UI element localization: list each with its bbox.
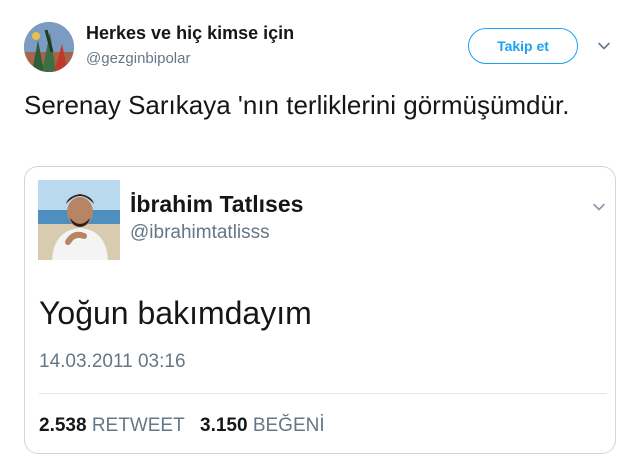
tweet-text: Serenay Sarıkaya 'nın terliklerini görmü… (24, 90, 570, 120)
quoted-tweet-timestamp[interactable]: 14.03.2011 03:16 (39, 351, 186, 373)
tweet: Herkes ve hiç kimse için @gezginbipolar … (0, 0, 635, 464)
quoted-tweet-card[interactable]: İbrahim Tatlıses @ibrahimtatlisss Yoğun … (24, 166, 616, 454)
quoted-tweet-stats: 2.538 RETWEET 3.150 BEĞENİ (39, 415, 335, 437)
quoted-author-handle[interactable]: @ibrahimtatlisss (130, 222, 270, 244)
retweet-count[interactable]: 2.538 (39, 415, 87, 436)
quoted-author-avatar[interactable] (38, 180, 120, 260)
retweet-label[interactable]: RETWEET (92, 415, 185, 436)
quoted-author-name[interactable]: İbrahim Tatlıses (130, 191, 303, 218)
like-count[interactable]: 3.150 (200, 415, 248, 436)
chevron-down-icon[interactable] (596, 38, 612, 54)
chevron-down-icon[interactable] (591, 199, 607, 215)
author-name[interactable]: Herkes ve hiç kimse için (86, 23, 294, 44)
author-handle[interactable]: @gezginbipolar (86, 50, 190, 67)
quoted-tweet-text: Yoğun bakımdayım (39, 295, 312, 331)
divider (39, 393, 607, 394)
follow-button[interactable]: Takip et (468, 28, 578, 64)
author-avatar[interactable] (24, 22, 74, 72)
like-label[interactable]: BEĞENİ (253, 415, 325, 436)
